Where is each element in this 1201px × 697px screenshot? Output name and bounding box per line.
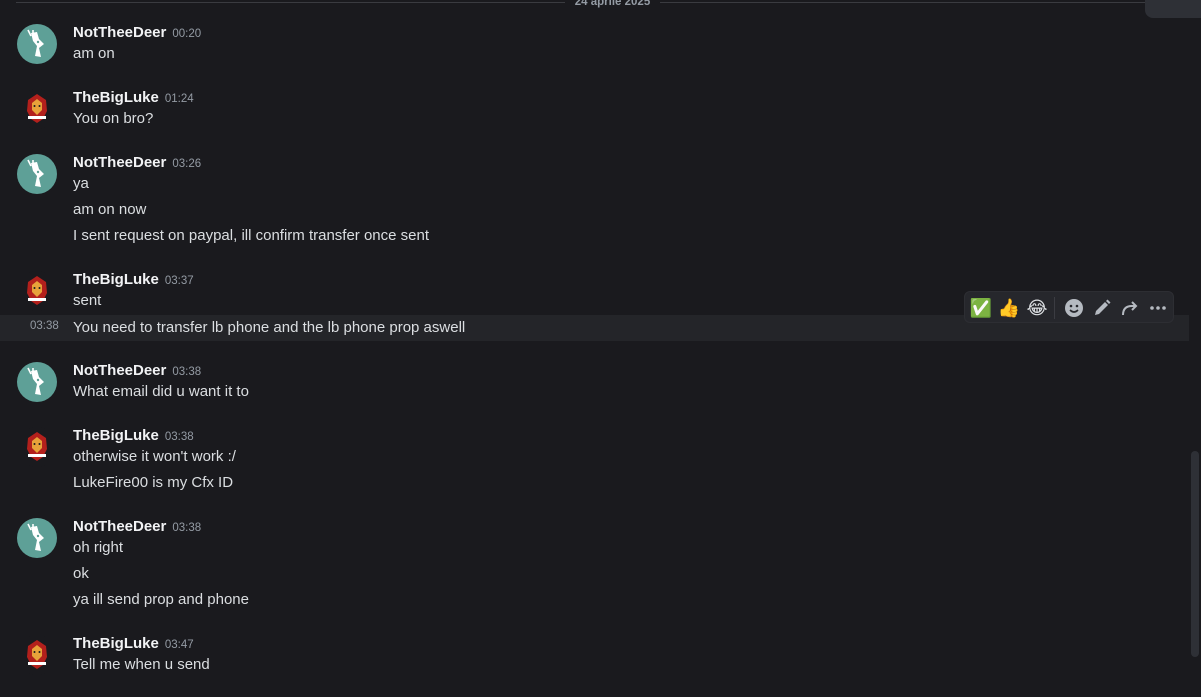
message-timestamp: 03:38 [164,431,194,443]
avatar[interactable] [17,362,57,402]
ellipsis-icon [1150,306,1166,310]
message-group: TheBigLuke 03:47 Tell me when u send [0,633,1189,683]
forward-arrow-icon [1122,301,1138,316]
message-timestamp: 03:38 [30,320,59,332]
deer-logo-icon [27,159,44,187]
message-group: TheBigLuke 01:24 You on bro? [0,87,1189,137]
deer-logo-icon [27,29,44,57]
avatar[interactable] [17,635,57,675]
reaction-laughing-button[interactable]: 😂 [1025,296,1049,320]
smiley-icon [1065,299,1083,317]
message-header: TheBigLuke 03:38 [73,427,194,445]
message-timestamp: 03:37 [164,275,194,287]
message-header: NotTheeDeer 03:38 [73,518,201,536]
message-text: I sent request on paypal, ill confirm tr… [73,227,430,244]
message-header: NotTheeDeer 03:26 [73,154,201,172]
message-timestamp: 03:38 [172,522,202,534]
message-timestamp: 03:26 [172,158,202,170]
date-divider: 24 aprile 2025 [16,0,1185,8]
username[interactable]: NotTheeDeer [73,24,166,41]
lion-logo-icon [27,640,47,669]
message-text: ya ill send prop and phone [73,591,249,608]
avatar[interactable] [17,271,57,311]
date-divider-label: 24 aprile 2025 [565,0,660,8]
message-actions-toolbar: ✅ 👍 😂 [964,291,1174,323]
message-text: What email did u want it to [73,383,249,400]
message-text: oh right [73,539,124,556]
reaction-check-button[interactable]: ✅ [969,296,993,320]
lion-logo-icon [27,276,47,305]
message-group: TheBigLuke 03:38 otherwise it won't work … [0,425,1189,500]
username[interactable]: NotTheeDeer [73,518,166,535]
pencil-icon [1095,299,1111,315]
username[interactable]: NotTheeDeer [73,362,166,379]
message-header: TheBigLuke 03:47 [73,635,194,653]
chat-view: 24 aprile 2025 03:38 You need to transfe… [0,0,1201,697]
forward-button[interactable] [1118,296,1142,320]
avatar[interactable] [17,154,57,194]
message-group: NotTheeDeer 03:38 oh right ok ya ill send… [0,516,1189,616]
scrollbar-thumb[interactable] [1191,451,1199,657]
username[interactable]: TheBigLuke [73,271,159,288]
message-text: am on [73,45,115,62]
more-button[interactable] [1146,296,1170,320]
deer-logo-icon [27,523,44,551]
message-group: NotTheeDeer 00:20 am on [0,22,1189,72]
message-text: sent [73,292,102,309]
lion-logo-icon [27,432,47,461]
username[interactable]: TheBigLuke [73,427,159,444]
toolbar-separator [1054,297,1055,319]
message-text: Tell me when u send [73,656,210,673]
avatar[interactable] [17,24,57,64]
message-timestamp: 03:47 [164,639,194,651]
message-text: LukeFire00 is my Cfx ID [73,474,234,491]
message-timestamp: 01:24 [164,93,194,105]
message-group: NotTheeDeer 03:38 What email did u want i… [0,360,1189,410]
username[interactable]: NotTheeDeer [73,154,166,171]
message-text: otherwise it won't work :/ [73,448,236,465]
add-reaction-button[interactable] [1062,296,1086,320]
avatar[interactable] [17,518,57,558]
username[interactable]: TheBigLuke [73,89,159,106]
message-text: ya [73,175,89,192]
message-text: You need to transfer lb phone and the lb… [73,319,466,336]
username[interactable]: TheBigLuke [73,635,159,652]
message-group: NotTheeDeer 03:26 ya am on now I sent req… [0,152,1189,252]
reaction-thumbs-up-button[interactable]: 👍 [997,296,1021,320]
avatar[interactable] [17,89,57,129]
message-timestamp: 00:20 [172,28,202,40]
deer-logo-icon [27,367,44,395]
message-header: NotTheeDeer 00:20 [73,24,201,42]
message-text: am on now [73,201,147,218]
lion-logo-icon [27,94,47,123]
avatar[interactable] [17,427,57,467]
message-header: TheBigLuke 01:24 [73,89,194,107]
message-text: You on bro? [73,110,154,127]
edit-button[interactable] [1090,296,1114,320]
message-header: TheBigLuke 03:37 [73,271,194,289]
message-header: NotTheeDeer 03:38 [73,362,201,380]
message-text: ok [73,565,89,582]
message-timestamp: 03:38 [172,366,202,378]
